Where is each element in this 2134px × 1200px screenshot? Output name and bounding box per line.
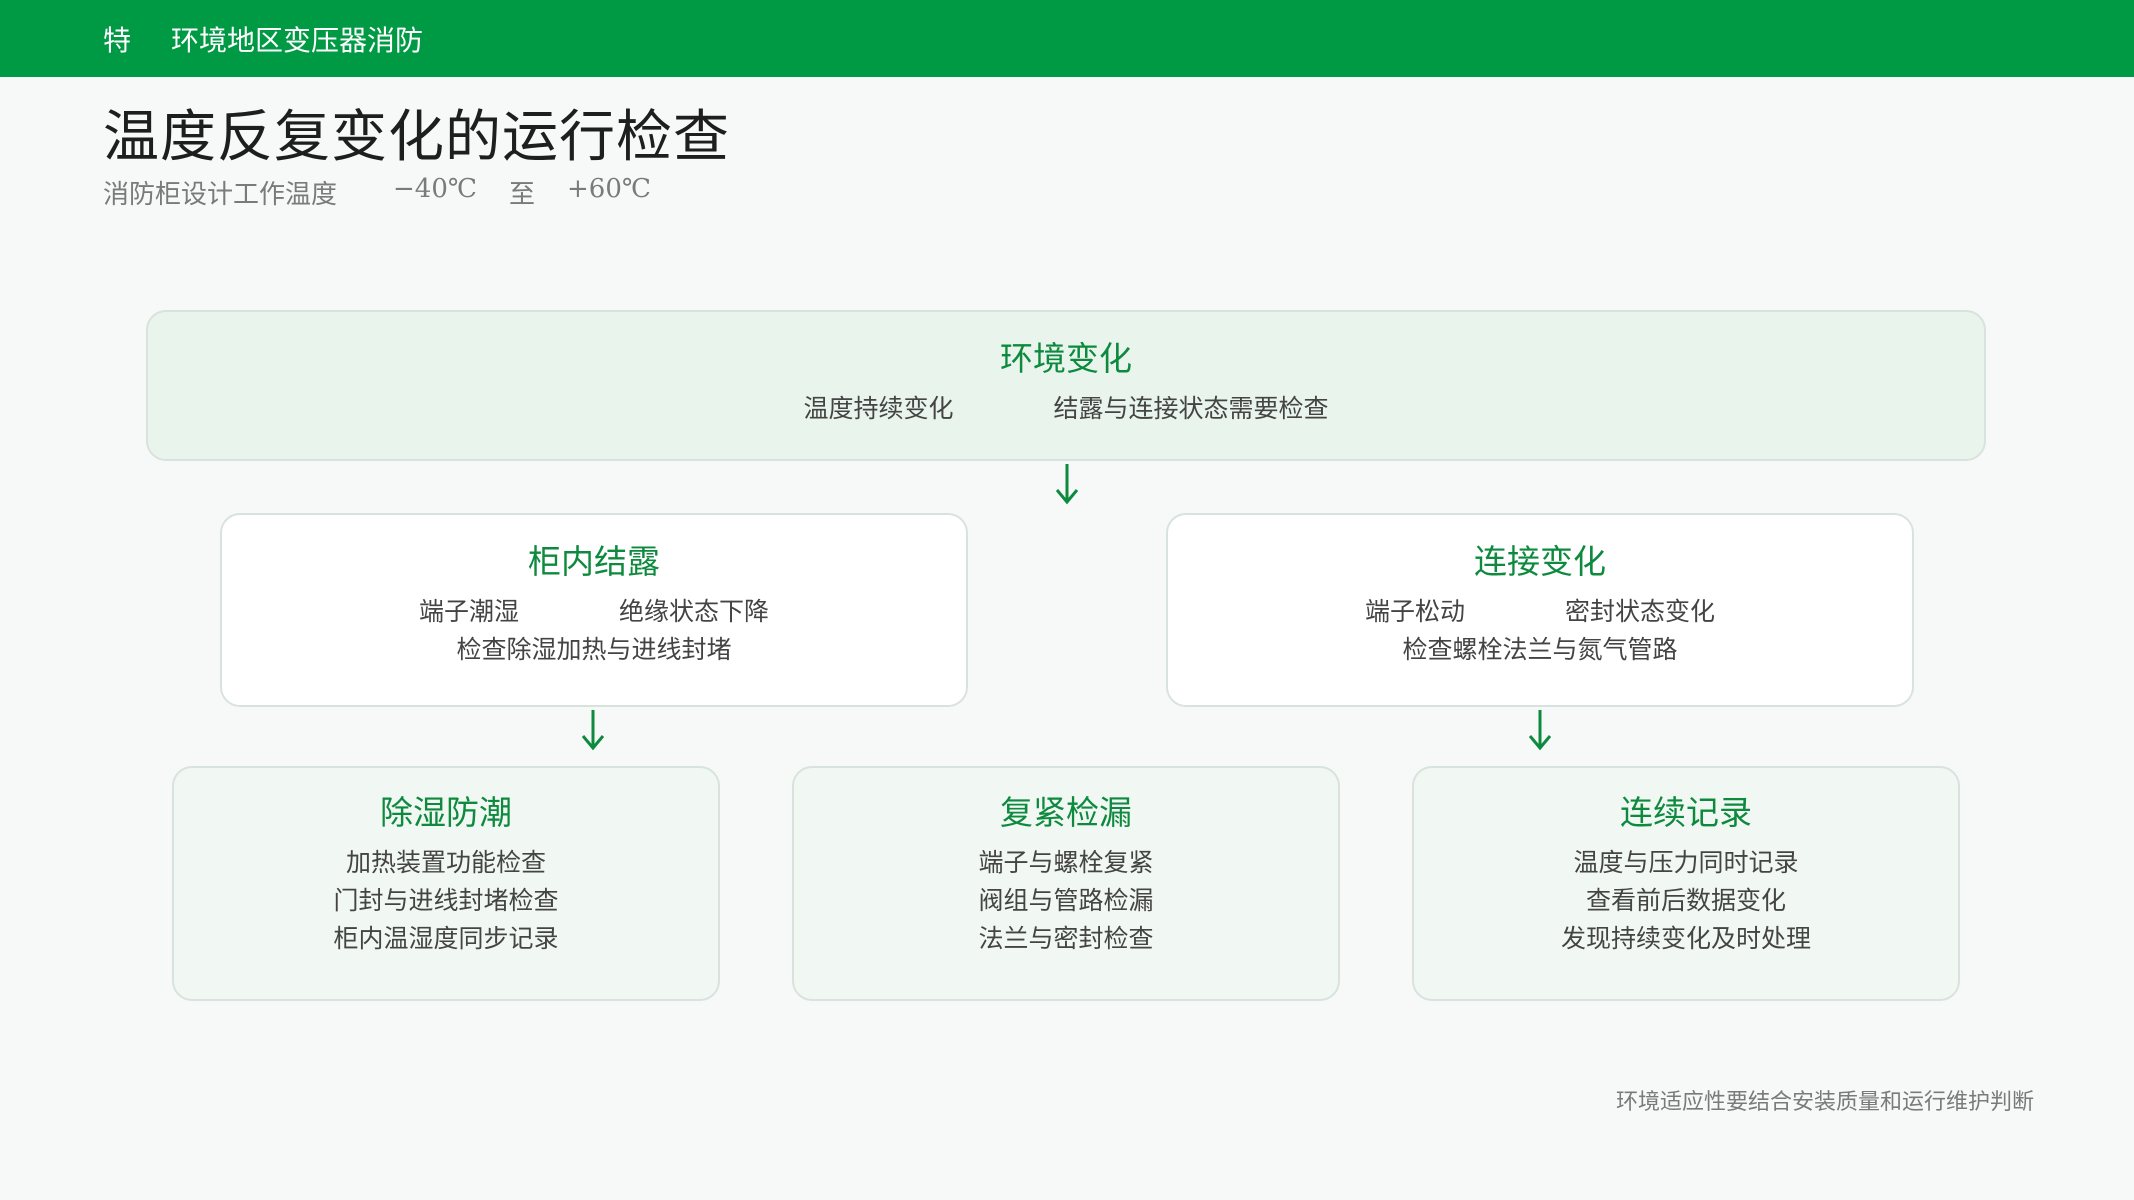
condensation-point-terminal: 端子潮湿 [418,597,519,626]
temperature-min: −40℃ [393,174,477,204]
dehumidify-item: 加热装置功能检查 [345,848,546,877]
connection-point-seal: 密封状态变化 [1565,597,1716,626]
dehumidify-item: 门封与进线封堵检查 [333,886,559,915]
condensation-box: 柜内结露 端子潮湿 绝缘状态下降 检查除湿加热与进线封堵 [220,513,968,707]
page-title: 温度反复变化的运行检查 [103,105,730,170]
record-card: 连续记录 温度与压力同时记录 查看前后数据变化 发现持续变化及时处理 [1412,766,1960,1001]
connection-title: 连接变化 [1474,542,1606,581]
dehumidify-title: 除湿防潮 [380,793,512,832]
retighten-item: 端子与螺栓复紧 [978,848,1154,877]
header-mark: 特 [103,23,132,57]
header-section-title: 环境地区变压器消防 [171,23,424,57]
record-item: 查看前后数据变化 [1585,886,1786,915]
condensation-title: 柜内结露 [528,542,660,581]
temperature-label: 消防柜设计工作温度 [103,180,338,210]
condensation-point-insulation: 绝缘状态下降 [619,597,770,626]
record-item: 发现持续变化及时处理 [1560,924,1811,953]
temperature-range: 消防柜设计工作温度 −40℃ 至 +60℃ [103,174,651,211]
footer-note: 环境适应性要结合安装质量和运行维护判断 [1615,1090,2034,1115]
retighten-title: 复紧检漏 [1000,793,1132,832]
arrow-down-icon [581,710,605,751]
dehumidify-item: 柜内温湿度同步记录 [333,924,559,953]
arrow-down-icon [1055,464,1079,505]
temperature-max: +60℃ [567,174,651,204]
retighten-item: 法兰与密封检查 [978,924,1154,953]
temperature-connector: 至 [508,180,535,210]
environment-change-box: 环境变化 温度持续变化 结露与连接状态需要检查 [146,310,1986,461]
connection-point-terminal: 端子松动 [1364,597,1465,626]
arrow-down-icon [1528,710,1552,751]
connection-points: 端子松动 密封状态变化 [1168,593,1912,631]
condensation-points: 端子潮湿 绝缘状态下降 [222,593,966,631]
retighten-card: 复紧检漏 端子与螺栓复紧 阀组与管路检漏 法兰与密封检查 [792,766,1340,1001]
dehumidify-card: 除湿防潮 加热装置功能检查 门封与进线封堵检查 柜内温湿度同步记录 [172,766,720,1001]
record-item: 温度与压力同时记录 [1573,848,1799,877]
retighten-item: 阀组与管路检漏 [978,886,1154,915]
environment-change-title: 环境变化 [1000,339,1132,378]
condensation-note: 检查除湿加热与进线封堵 [456,635,732,664]
connection-note: 检查螺栓法兰与氮气管路 [1402,635,1678,664]
record-title: 连续记录 [1620,793,1752,832]
environment-point-condensation: 结露与连接状态需要检查 [1053,394,1329,423]
header-bar: 特 环境地区变压器消防 [0,0,2134,77]
connection-box: 连接变化 端子松动 密封状态变化 检查螺栓法兰与氮气管路 [1166,513,1914,707]
environment-change-points: 温度持续变化 结露与连接状态需要检查 [148,390,1984,428]
environment-point-temperature: 温度持续变化 [803,394,954,423]
